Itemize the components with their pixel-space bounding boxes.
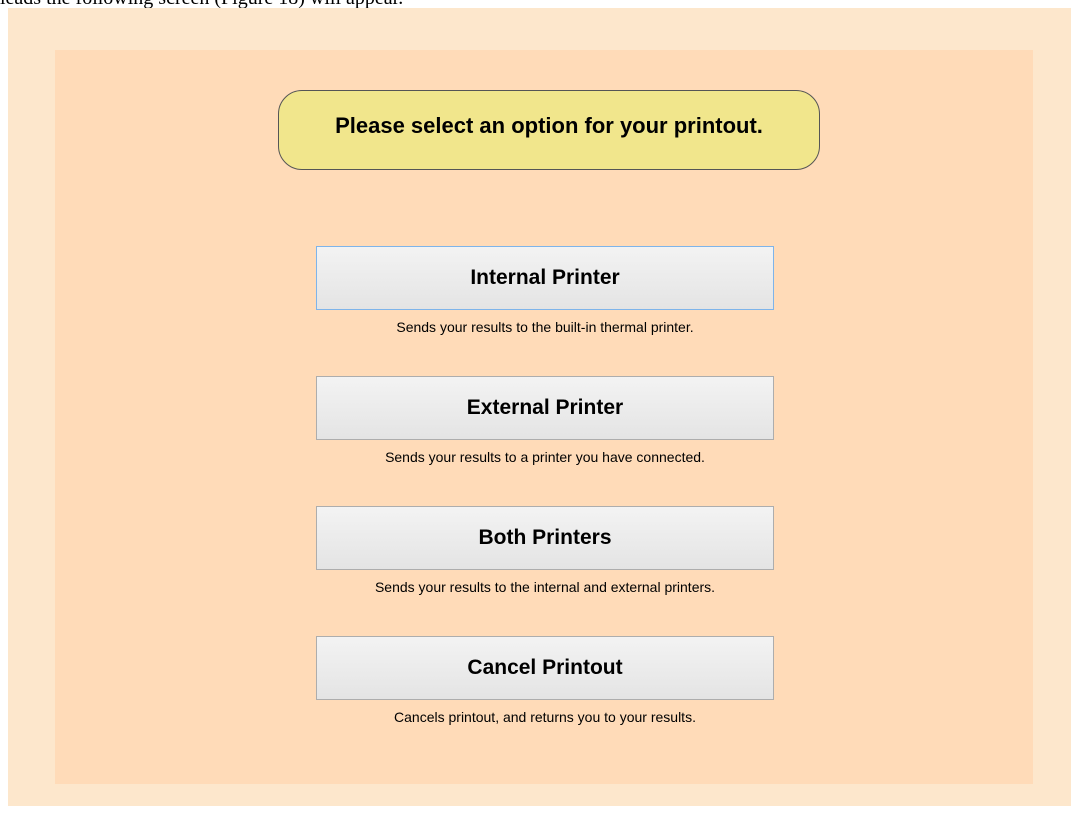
cancel-printout-button[interactable]: Cancel Printout [316,636,774,700]
internal-printer-button[interactable]: Internal Printer [316,246,774,310]
internal-printer-description: Sends your results to the built-in therm… [396,319,694,335]
document-caption: leads the following screen (Figure 18) w… [0,0,1071,8]
external-printer-description: Sends your results to a printer you have… [385,449,705,465]
cancel-printout-description: Cancels printout, and returns you to you… [394,709,696,725]
both-printers-button[interactable]: Both Printers [316,506,774,570]
both-printers-description: Sends your results to the internal and e… [374,579,716,595]
external-printer-button[interactable]: External Printer [316,376,774,440]
prompt-text: Please select an option for your printou… [335,113,763,138]
prompt-banner: Please select an option for your printou… [278,90,820,170]
